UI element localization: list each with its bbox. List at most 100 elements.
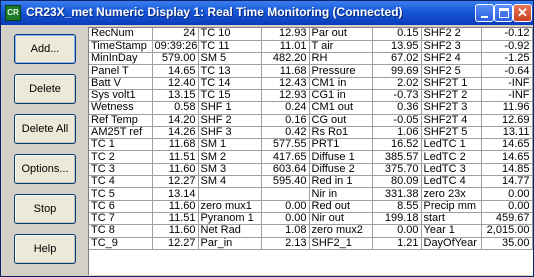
field-label[interactable]: RecNum bbox=[89, 28, 153, 41]
field-label[interactable]: SM 4 bbox=[198, 175, 262, 189]
field-label[interactable]: Year 1 bbox=[421, 224, 482, 238]
field-label[interactable]: T air bbox=[309, 40, 373, 54]
field-value[interactable]: 1.08 bbox=[261, 224, 310, 238]
field-value[interactable]: 13.14 bbox=[152, 187, 199, 201]
field-value[interactable]: 12.69 bbox=[481, 114, 533, 127]
field-value[interactable]: 11.01 bbox=[261, 40, 310, 54]
title-bar[interactable]: CR CR23X_met Numeric Display 1: Real Tim… bbox=[1, 1, 533, 25]
field-value[interactable]: 12.27 bbox=[152, 175, 199, 189]
field-value[interactable]: 24 bbox=[152, 28, 199, 41]
field-label[interactable]: SHF2 5 bbox=[421, 64, 482, 78]
field-value[interactable]: -0.64 bbox=[481, 64, 533, 78]
field-value[interactable]: 14.20 bbox=[152, 114, 199, 127]
field-label[interactable]: TC 15 bbox=[198, 89, 262, 103]
field-label[interactable]: Precip mm bbox=[421, 200, 482, 213]
field-value[interactable]: 12.93 bbox=[261, 28, 310, 41]
field-label[interactable]: Par out bbox=[309, 28, 373, 41]
field-label[interactable]: SM 3 bbox=[198, 163, 262, 177]
field-label[interactable]: TC 13 bbox=[198, 64, 262, 78]
field-value[interactable]: 0.16 bbox=[261, 114, 310, 127]
field-label[interactable]: SHF2T 1 bbox=[421, 77, 482, 90]
field-value[interactable]: 0.00 bbox=[481, 187, 533, 201]
field-value[interactable]: 0.58 bbox=[152, 101, 199, 115]
field-label[interactable]: TC 3 bbox=[89, 163, 153, 177]
field-value[interactable]: 13.15 bbox=[152, 89, 199, 103]
field-value[interactable]: 11.68 bbox=[261, 64, 310, 78]
field-value[interactable]: 14.77 bbox=[481, 175, 533, 189]
field-label[interactable]: TC 6 bbox=[89, 200, 153, 213]
field-value[interactable] bbox=[261, 187, 310, 201]
field-value[interactable]: 12.27 bbox=[152, 237, 199, 250]
field-label[interactable]: zero 23x bbox=[421, 187, 482, 201]
field-value[interactable]: 579.00 bbox=[152, 52, 199, 66]
field-label[interactable]: SHF2T 3 bbox=[421, 101, 482, 115]
field-label[interactable]: SHF2 3 bbox=[421, 40, 482, 54]
field-label[interactable]: LedTC 3 bbox=[421, 163, 482, 177]
field-label[interactable]: zero mux2 bbox=[309, 224, 373, 238]
field-value[interactable]: 331.38 bbox=[372, 187, 422, 201]
field-value[interactable]: 0.42 bbox=[261, 126, 310, 140]
field-value[interactable]: 14.65 bbox=[481, 138, 533, 152]
field-label[interactable]: RH bbox=[309, 52, 373, 66]
field-value[interactable]: 459.67 bbox=[481, 212, 533, 226]
field-label[interactable]: SHF 3 bbox=[198, 126, 262, 140]
field-value[interactable]: 99.69 bbox=[372, 64, 422, 78]
field-label[interactable]: LedTC 4 bbox=[421, 175, 482, 189]
field-value[interactable]: 11.51 bbox=[152, 212, 199, 226]
field-value[interactable]: 0.00 bbox=[481, 200, 533, 213]
field-value[interactable]: 12.93 bbox=[261, 89, 310, 103]
field-label[interactable]: Rs Ro1 bbox=[309, 126, 373, 140]
field-value[interactable]: -INF bbox=[481, 89, 533, 103]
field-value[interactable]: 13.95 bbox=[372, 40, 422, 54]
field-value[interactable]: -0.73 bbox=[372, 89, 422, 103]
stop-button[interactable]: Stop bbox=[14, 194, 76, 224]
field-value[interactable]: 0.00 bbox=[261, 200, 310, 213]
field-value[interactable]: 2,015.00 bbox=[481, 224, 533, 238]
field-value[interactable]: 417.65 bbox=[261, 150, 310, 164]
field-value[interactable]: 11.68 bbox=[152, 138, 199, 152]
field-value[interactable]: 35.00 bbox=[481, 237, 533, 250]
field-label[interactable]: Diffuse 2 bbox=[309, 163, 373, 177]
field-label[interactable]: Red in 1 bbox=[309, 175, 373, 189]
field-label[interactable]: TC_9 bbox=[89, 237, 153, 250]
field-label[interactable]: TC 5 bbox=[89, 187, 153, 201]
field-label[interactable]: CM1 in bbox=[309, 77, 373, 90]
field-label[interactable]: MinInDay bbox=[89, 52, 153, 66]
field-label[interactable]: Net Rad bbox=[198, 224, 262, 238]
field-value[interactable]: 2.13 bbox=[261, 237, 310, 250]
field-label[interactable]: SHF2T 4 bbox=[421, 114, 482, 127]
field-label[interactable]: SHF 1 bbox=[198, 101, 262, 115]
field-label[interactable]: DayOfYear bbox=[421, 237, 482, 250]
field-label[interactable]: TC 7 bbox=[89, 212, 153, 226]
field-label[interactable]: TC 4 bbox=[89, 175, 153, 189]
field-label[interactable]: Diffuse 1 bbox=[309, 150, 373, 164]
field-label[interactable]: Wetness bbox=[89, 101, 153, 115]
field-label[interactable]: SM 5 bbox=[198, 52, 262, 66]
field-label[interactable]: SHF2_1 bbox=[309, 237, 373, 250]
minimize-button[interactable] bbox=[475, 4, 494, 22]
field-value[interactable]: 14.85 bbox=[481, 163, 533, 177]
field-value[interactable]: 11.60 bbox=[152, 163, 199, 177]
field-value[interactable]: 8.55 bbox=[372, 200, 422, 213]
field-value[interactable]: 577.55 bbox=[261, 138, 310, 152]
field-value[interactable]: 16.52 bbox=[372, 138, 422, 152]
field-label[interactable]: Batt V bbox=[89, 77, 153, 90]
field-value[interactable]: 375.70 bbox=[372, 163, 422, 177]
field-value[interactable]: 603.64 bbox=[261, 163, 310, 177]
field-label[interactable]: TC 10 bbox=[198, 28, 262, 41]
field-value[interactable]: 0.24 bbox=[261, 101, 310, 115]
field-value[interactable]: -0.05 bbox=[372, 114, 422, 127]
field-label[interactable]: CG out bbox=[309, 114, 373, 127]
numeric-display-grid[interactable]: RecNum 24 TC 10 12.93 Par out 0.15 SHF2 2 -0.12… bbox=[88, 27, 533, 275]
field-value[interactable]: 385.57 bbox=[372, 150, 422, 164]
field-label[interactable]: SM 2 bbox=[198, 150, 262, 164]
field-label[interactable]: zero mux1 bbox=[198, 200, 262, 213]
field-label[interactable]: Par_in bbox=[198, 237, 262, 250]
field-label[interactable]: TC 8 bbox=[89, 224, 153, 238]
field-label[interactable]: Nir out bbox=[309, 212, 373, 226]
field-label[interactable]: SHF 2 bbox=[198, 114, 262, 127]
field-label[interactable]: SHF2T 2 bbox=[421, 89, 482, 103]
field-value[interactable]: 11.51 bbox=[152, 150, 199, 164]
field-label[interactable]: SHF2 4 bbox=[421, 52, 482, 66]
field-label[interactable]: Red out bbox=[309, 200, 373, 213]
